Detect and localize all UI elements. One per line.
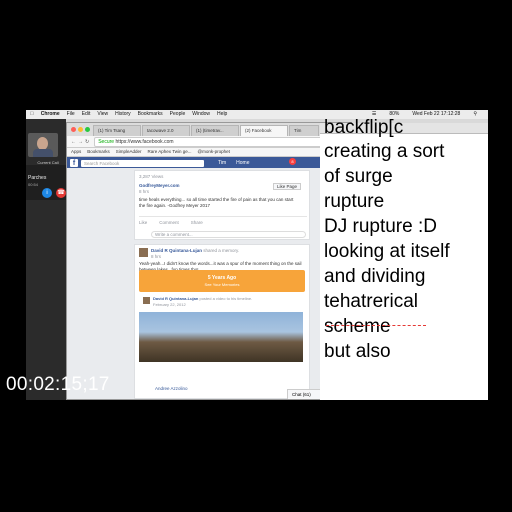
facebook-search-input[interactable]: Search Facebook: [81, 159, 204, 167]
post-card: David R Quintana-Lujan shared a memory. …: [134, 244, 310, 399]
call-panel: Current Call Parches 00:54: [26, 119, 66, 400]
caller-shoulders: [33, 149, 53, 157]
spellcheck-underline: [326, 323, 426, 326]
avatar[interactable]: [139, 248, 148, 257]
call-duration: 00:54: [28, 182, 39, 187]
caller-name: Parches: [28, 175, 47, 181]
post-action-text: shared a memory.: [203, 248, 240, 253]
video-timecode: 00:02:15;17: [6, 374, 110, 395]
tab-tim[interactable]: Tim: [289, 125, 319, 136]
url-text: https://www.facebook.com: [115, 138, 174, 145]
tab-bar: (1) Tim Tsang tacowave 2.0 (1) (timetrav…: [67, 123, 351, 136]
home-link[interactable]: Home: [236, 160, 249, 166]
post-text: time heals everything... so all time sta…: [139, 197, 294, 208]
like-page-button[interactable]: Like Page: [273, 183, 302, 190]
doc-line: but also: [324, 341, 391, 362]
inner-action-text: posted a video to his timeline.: [199, 296, 253, 301]
bookmarks-bar: Apps Bookmarks SimpleAdder Rare Aphex Tw…: [67, 148, 351, 157]
menu-view[interactable]: View: [97, 110, 108, 119]
memory-subtitle: See Your Memories: [204, 282, 240, 287]
inner-avatar[interactable]: [143, 297, 150, 304]
menu-edit[interactable]: Edit: [82, 110, 91, 119]
feed-left-column: [67, 168, 133, 399]
doc-line: rupture: [324, 191, 385, 212]
tab-tim-tsang[interactable]: (1) Tim Tsang: [93, 125, 141, 136]
post-views: 3,287 Views: [139, 174, 164, 179]
menu-help[interactable]: Help: [217, 110, 227, 119]
news-feed: 3,287 Views GodfreyMeyer.com 8 hrs Like …: [67, 168, 351, 399]
apple-icon[interactable]: : [30, 110, 34, 119]
post-time: 8 hrs: [139, 189, 150, 194]
hang-up-icon[interactable]: ☎: [56, 188, 66, 198]
mac-menubar:  Chrome File Edit View History Bookmark…: [26, 110, 488, 119]
doc-line: looking at itself: [324, 241, 450, 262]
secure-label: Secure: [98, 138, 115, 145]
doc-line: of surge: [324, 166, 393, 187]
doc-line: creating a sort: [324, 141, 445, 162]
back-forward-reload-icons[interactable]: ←→↻: [71, 139, 91, 145]
notification-badge[interactable]: 8: [289, 158, 296, 165]
minimize-window-icon[interactable]: [78, 127, 83, 132]
doc-line: and dividing: [324, 266, 426, 287]
post-card: 3,287 Views GodfreyMeyer.com 8 hrs Like …: [134, 170, 310, 240]
comment-input[interactable]: Write a comment...: [151, 231, 306, 238]
inner-post-time: February 22, 2012: [153, 302, 186, 307]
menu-window[interactable]: Window: [192, 110, 210, 119]
post-time: 8 hrs: [151, 254, 162, 259]
desktop-screen:  Chrome File Edit View History Bookmark…: [26, 110, 488, 400]
menu-people[interactable]: People: [170, 110, 186, 119]
tab-tacowave[interactable]: tacowave 2.0: [142, 125, 190, 136]
memory-banner[interactable]: 5 Years Ago See Your Memories: [139, 270, 305, 292]
doc-line: backflip[c: [324, 117, 404, 138]
doc-line: DJ rupture :D: [324, 216, 437, 237]
menu-history[interactable]: History: [115, 110, 131, 119]
text-document[interactable]: backflip[c creating a sort of surge rupt…: [320, 117, 488, 400]
tab-facebook[interactable]: (2) Facebook: [240, 125, 288, 136]
bookmark-simpleadder[interactable]: SimpleAdder: [116, 148, 142, 156]
facebook-logo-icon[interactable]: f: [70, 159, 78, 167]
address-bar: ←→↻ Secure https://www.facebook.com ☆: [67, 136, 351, 148]
tag-andree[interactable]: Andree Azzolino: [155, 386, 188, 391]
bookmark-apps[interactable]: Apps: [71, 148, 81, 156]
post-actions: Like Comment Share: [139, 216, 307, 225]
like-button[interactable]: Like: [139, 220, 147, 225]
bookmark-monk[interactable]: @monk-prophet: [198, 148, 230, 156]
tab-timetrav[interactable]: (1) (timetrav...: [191, 125, 239, 136]
maximize-window-icon[interactable]: [85, 127, 90, 132]
comment-button[interactable]: Comment: [159, 220, 179, 225]
menu-bookmarks[interactable]: Bookmarks: [138, 110, 163, 119]
url-field[interactable]: Secure https://www.facebook.com: [94, 136, 341, 147]
inner-post-header: David R Quintana-Lujan posted a video to…: [153, 296, 252, 301]
inner-author-link[interactable]: David R Quintana-Lujan: [153, 296, 198, 301]
close-window-icon[interactable]: [71, 127, 76, 132]
profile-link[interactable]: Tim: [218, 160, 226, 166]
browser-window: (1) Tim Tsang tacowave 2.0 (1) (timetrav…: [66, 122, 352, 400]
bookmark-aphex[interactable]: Rare Aphex Twin ge...: [148, 148, 192, 156]
menu-file[interactable]: File: [67, 110, 75, 119]
post-header: David R Quintana-Lujan shared a memory.: [151, 248, 239, 253]
post-photo[interactable]: [139, 312, 303, 362]
page-name-link[interactable]: GodfreyMeyer.com: [139, 183, 180, 188]
memory-title: 5 Years Ago: [207, 275, 237, 281]
author-link[interactable]: David R Quintana-Lujan: [151, 248, 202, 253]
menu-app-name[interactable]: Chrome: [41, 110, 60, 119]
clock[interactable]: Wed Feb 22 17:12:28: [412, 110, 460, 119]
share-button[interactable]: Share: [191, 220, 203, 225]
search-icon[interactable]: ⚲: [473, 110, 477, 119]
bookmark-bookmarks[interactable]: Bookmarks: [87, 148, 110, 156]
doc-line: scheme: [324, 316, 391, 337]
doc-line: tehatrerical: [324, 291, 418, 312]
info-icon[interactable]: i: [42, 188, 52, 198]
caller-video: [28, 133, 58, 157]
